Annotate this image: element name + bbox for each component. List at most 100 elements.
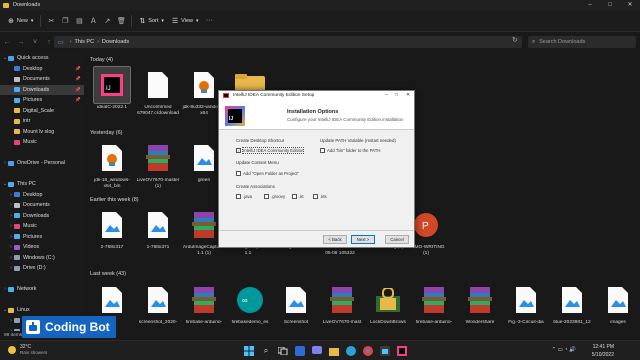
recent-chevron-icon[interactable]: ˅ xyxy=(28,39,42,46)
dialog-maximize-button[interactable]: □ xyxy=(395,91,398,100)
file-name: screenshot_2020- xyxy=(138,320,178,325)
back-button[interactable]: < Back xyxy=(323,235,347,244)
sidebar-item-documents[interactable]: Documents 📌 xyxy=(0,74,84,85)
file-item[interactable]: Wondershare xyxy=(458,282,502,326)
checkbox-open-folder-as-project[interactable]: Add "Open Folder as Project" xyxy=(236,171,299,176)
file-item[interactable]: screenshot_2020- xyxy=(136,282,180,326)
checkbox-kt[interactable]: .kt xyxy=(292,194,304,199)
file-item[interactable]: Fig.-3-Circuit-dia xyxy=(504,282,548,326)
widgets-icon[interactable] xyxy=(294,345,306,357)
group-header-earlier-this-week[interactable]: Earlier this week (8) xyxy=(90,197,139,203)
sidebar-item-music[interactable]: Music xyxy=(0,137,84,148)
sidebar-item-pictures[interactable]: Pictures 📌 xyxy=(0,95,84,106)
group-header-today[interactable]: Today (4) xyxy=(90,57,113,63)
checkbox-add-bin-path[interactable]: Add "bin" folder to the PATH xyxy=(320,148,381,153)
sidebar-item-downloads[interactable]: › Downloads xyxy=(0,211,84,222)
intellij-taskbar-icon[interactable] xyxy=(396,345,408,357)
rename-icon[interactable]: Ａ xyxy=(86,13,100,29)
sidebar-item-documents[interactable]: › Documents xyxy=(0,200,84,211)
sidebar-item-videos[interactable]: › Videos xyxy=(0,242,84,253)
folder-icon xyxy=(14,118,20,124)
next-button[interactable]: Next > xyxy=(351,235,375,244)
checkbox-groovy[interactable]: .groovy xyxy=(264,194,285,199)
file-item[interactable]: LockDownBrows xyxy=(366,282,410,326)
sidebar-item-pictures[interactable]: › Pictures xyxy=(0,232,84,243)
file-item[interactable]: firebase-arduino- xyxy=(182,282,226,326)
sidebar-item-intr[interactable]: intr xyxy=(0,116,84,127)
computer-icon: ▭ xyxy=(58,39,64,46)
file-item[interactable]: 1-768x371 xyxy=(136,207,180,251)
sidebar-item-mount-lv-slog[interactable]: Mount lv slog xyxy=(0,127,84,138)
sidebar-item-linux[interactable]: ⌄ Linux xyxy=(0,305,84,316)
maximize-button[interactable]: □ xyxy=(603,0,617,10)
file-item[interactable]: Screenshot xyxy=(274,282,318,326)
task-view-icon[interactable] xyxy=(277,345,289,357)
store-icon[interactable] xyxy=(379,345,391,357)
sidebar-item-downloads[interactable]: Downloads 📌 xyxy=(0,84,84,95)
delete-icon[interactable]: 🗑 xyxy=(114,13,128,29)
sort-button[interactable]: ⇅ Sort ▾ xyxy=(135,13,167,29)
edge-icon[interactable] xyxy=(345,345,357,357)
file-name: firebase-arduino- xyxy=(185,320,223,325)
chat-icon[interactable] xyxy=(311,345,323,357)
cut-icon[interactable]: ✂ xyxy=(44,13,58,29)
sidebar-item-digital-scale[interactable]: Digital_Scale xyxy=(0,106,84,117)
sidebar-item-windows-c[interactable]: › Windows (C:) xyxy=(0,253,84,264)
sidebar-item-onedrive-personal[interactable]: › OneDrive - Personal xyxy=(0,158,84,169)
file-item[interactable]: LiveOV7670-master (1) xyxy=(136,140,180,190)
forward-arrow-icon[interactable]: → xyxy=(14,39,28,46)
sidebar-item-desktop[interactable]: Desktop 📌 xyxy=(0,64,84,75)
chrome-icon[interactable] xyxy=(362,345,374,357)
file-item[interactable] xyxy=(90,282,134,320)
sidebar-item-drive-d[interactable]: › Drive (D:) xyxy=(0,263,84,274)
search-icon[interactable]: ⌕ xyxy=(260,345,272,357)
cancel-button[interactable]: Cancel xyxy=(385,235,409,244)
clock[interactable]: 12:41 PM 5/10/2022 xyxy=(592,344,614,359)
search-input[interactable]: ⌕ Search Downloads xyxy=(528,36,636,48)
checkbox-kts[interactable]: .kts xyxy=(313,194,327,199)
checkbox-64bit-launcher[interactable]: ✓ IntelliJ IDEA Community Edition xyxy=(236,147,305,154)
back-arrow-icon[interactable]: ← xyxy=(0,39,14,46)
file-item[interactable]: Unconfirmed 679047.crdownload xyxy=(136,67,180,117)
weather-widget[interactable]: 32°C Rain showers xyxy=(8,344,47,355)
dialog-close-button[interactable]: ✕ xyxy=(406,91,410,100)
pin-icon: 📌 xyxy=(75,65,81,71)
view-button[interactable]: ☰ View ▾ xyxy=(168,13,203,29)
file-item[interactable]: jdk-18_windows-x64_bin xyxy=(90,140,134,190)
share-icon[interactable]: ↗ xyxy=(100,13,114,29)
checkbox-java[interactable]: .java xyxy=(236,194,252,199)
sidebar-item-network[interactable]: › Network xyxy=(0,284,84,295)
group-header-yesterday[interactable]: Yesterday (6) xyxy=(90,130,123,136)
file-item[interactable]: images xyxy=(596,282,640,326)
more-icon[interactable]: ··· xyxy=(203,13,217,29)
tray-icons[interactable]: ⌃ ▭ ◔ 🔊 xyxy=(551,347,576,353)
group-header-last-week[interactable]: Last week (43) xyxy=(90,271,126,277)
file-item[interactable]: blue-2023981_12 xyxy=(550,282,594,326)
minimize-button[interactable]: – xyxy=(583,0,597,10)
paste-icon[interactable]: ▤ xyxy=(72,13,86,29)
copy-icon[interactable]: ❐ xyxy=(58,13,72,29)
sidebar-item-this-pc[interactable]: ⌄ This PC xyxy=(0,179,84,190)
taskbar: 32°C Rain showers ⌕ ⌃ ▭ ◔ 🔊 12:41 PM 5/1… xyxy=(0,340,640,360)
file-explorer-icon[interactable] xyxy=(328,345,340,357)
file-item[interactable]: firebase-arduino- xyxy=(412,282,456,326)
file-item[interactable]: 2-768x317 xyxy=(90,207,134,251)
checkbox-unchecked xyxy=(264,194,269,199)
command-bar: ⊕ New ▾ ✂ ❐ ▤ Ａ ↗ 🗑 ⇅ Sort ▾ ☰ View ▾ ··… xyxy=(0,10,640,32)
breadcrumb-downloads[interactable]: Downloads xyxy=(102,39,129,45)
sidebar-item-desktop[interactable]: › Desktop xyxy=(0,190,84,201)
sidebar-item-label: Drive (D:) xyxy=(23,265,46,272)
sidebar-item-music[interactable]: › Music xyxy=(0,221,84,232)
start-icon[interactable] xyxy=(243,345,255,357)
file-item[interactable]: LiveOV7670-mast xyxy=(320,282,364,326)
dialog-minimize-button[interactable]: – xyxy=(385,91,388,100)
close-button[interactable]: ✕ xyxy=(623,0,637,10)
file-item[interactable]: IJ ideaIC-2022.1 xyxy=(90,66,134,111)
refresh-icon[interactable]: ↻ xyxy=(512,36,518,44)
breadcrumb-this-pc[interactable]: This PC xyxy=(75,39,95,45)
folder-icon xyxy=(14,244,20,250)
new-button[interactable]: ⊕ New ▾ xyxy=(4,13,37,29)
sidebar-item-quick-access[interactable]: ⌄ Quick access xyxy=(0,53,84,64)
address-bar[interactable]: ▭ › This PC › Downloads xyxy=(54,36,522,48)
file-item[interactable]: ∞ firebasedemo_es xyxy=(228,282,272,326)
